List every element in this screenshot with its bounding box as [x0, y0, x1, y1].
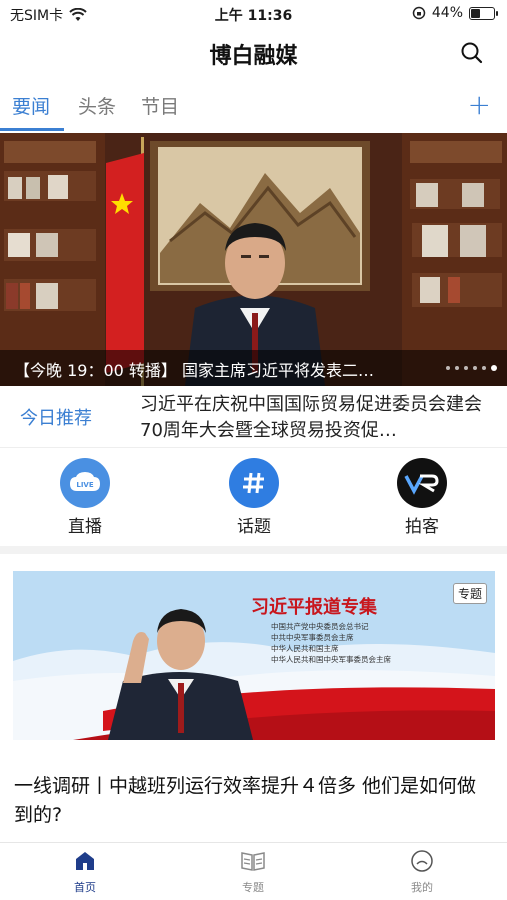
carousel-dot [464, 366, 468, 370]
nav-label: 首页 [74, 881, 96, 894]
feature-tag: 专题 [452, 583, 487, 604]
search-icon[interactable] [459, 40, 485, 66]
hashtag-glyph [243, 472, 264, 494]
live-icon: LIVE [60, 458, 110, 508]
tab-yaowen[interactable]: 要闻 [12, 92, 50, 119]
feature-subtitle-line: 中华人民共和国主席 [271, 644, 339, 653]
quick-link-label: 话题 [237, 517, 271, 537]
feature-subtitle: 中国共产党中央委员会总书记 中共中央军事委员会主席 中华人民共和国主席 中华人民… [271, 621, 391, 665]
quick-link-live[interactable]: LIVE 直播 [40, 458, 130, 537]
recommend-headline[interactable]: 习近平在庆祝中国国际贸易促进委员会建会70周年大会暨全球贸易投资促… [140, 392, 490, 444]
quick-link-topic[interactable]: 话题 [209, 458, 299, 537]
carousel-dot [491, 365, 497, 371]
battery-fill [471, 8, 480, 18]
add-channel-button[interactable]: + [468, 88, 491, 121]
today-recommend[interactable]: 今日推荐 习近平在庆祝中国国际贸易促进委员会建会70周年大会暨全球贸易投资促… [0, 386, 507, 448]
hashtag-icon [229, 458, 279, 508]
carousel-indicator [446, 365, 497, 371]
tab-active-indicator [0, 128, 64, 131]
feature-subtitle-line: 中华人民共和国中央军事委员会主席 [271, 655, 391, 664]
feature-subtitle-line: 中共中央军事委员会主席 [271, 633, 354, 642]
article-headline[interactable]: 一线调研丨中越班列运行效率提升４倍多 他们是如何做到的? [14, 772, 494, 830]
live-badge-text: LIVE [76, 481, 93, 489]
channel-tabs: 要闻 头条 节目 + [0, 86, 507, 132]
hero-caption: 【今晚 19：00 转播】 国家主席习近平将发表二… [14, 361, 374, 380]
quick-link-label: 拍客 [405, 517, 439, 537]
orientation-lock-icon [412, 6, 426, 20]
bottom-nav: 首页 专题 我的 [0, 842, 507, 900]
nav-label: 专题 [242, 881, 264, 894]
quick-links: LIVE 直播 话题 拍客 [0, 452, 507, 544]
profile-icon [411, 850, 433, 872]
status-bar: 无SIM卡 上午 11:36 44% [0, 0, 507, 28]
hero-caption-bar: 【今晚 19：00 转播】 国家主席习近平将发表二… [0, 350, 507, 386]
app-header: 博白融媒 [0, 30, 507, 74]
carousel-dot [446, 366, 450, 370]
vr-icon [397, 458, 447, 508]
book-icon [241, 852, 265, 871]
battery-percent: 44% [431, 5, 463, 21]
hero-image [0, 133, 507, 386]
live-icon-glyph: LIVE [70, 472, 100, 491]
tab-toutiao[interactable]: 头条 [78, 92, 116, 119]
feature-banner[interactable]: 专题 习近平报道专集 中国共产党中央委员会总书记 中共中央军事委员会主席 中华人… [13, 571, 495, 740]
quick-link-label: 直播 [68, 517, 102, 537]
app-title: 博白融媒 [209, 44, 298, 69]
quick-link-paike[interactable]: 拍客 [377, 458, 467, 537]
nav-home[interactable]: 首页 [45, 849, 125, 895]
section-divider [0, 546, 507, 554]
nav-profile[interactable]: 我的 [382, 849, 462, 895]
feature-title: 习近平报道专集 [251, 597, 377, 618]
battery-icon [469, 6, 498, 20]
tab-jiemu[interactable]: 节目 [141, 92, 179, 119]
status-right: 44% [412, 5, 498, 21]
hero-carousel[interactable]: 【今晚 19：00 转播】 国家主席习近平将发表二… [0, 133, 507, 386]
nav-label: 我的 [411, 881, 433, 894]
recommend-label: 今日推荐 [20, 408, 92, 429]
nav-topics[interactable]: 专题 [213, 849, 293, 895]
feature-subtitle-line: 中国共产党中央委员会总书记 [271, 622, 369, 631]
vr-glyph [404, 474, 439, 495]
home-icon [76, 852, 94, 870]
carousel-dot [473, 366, 477, 370]
carousel-dot [482, 366, 486, 370]
carousel-dot [455, 366, 459, 370]
